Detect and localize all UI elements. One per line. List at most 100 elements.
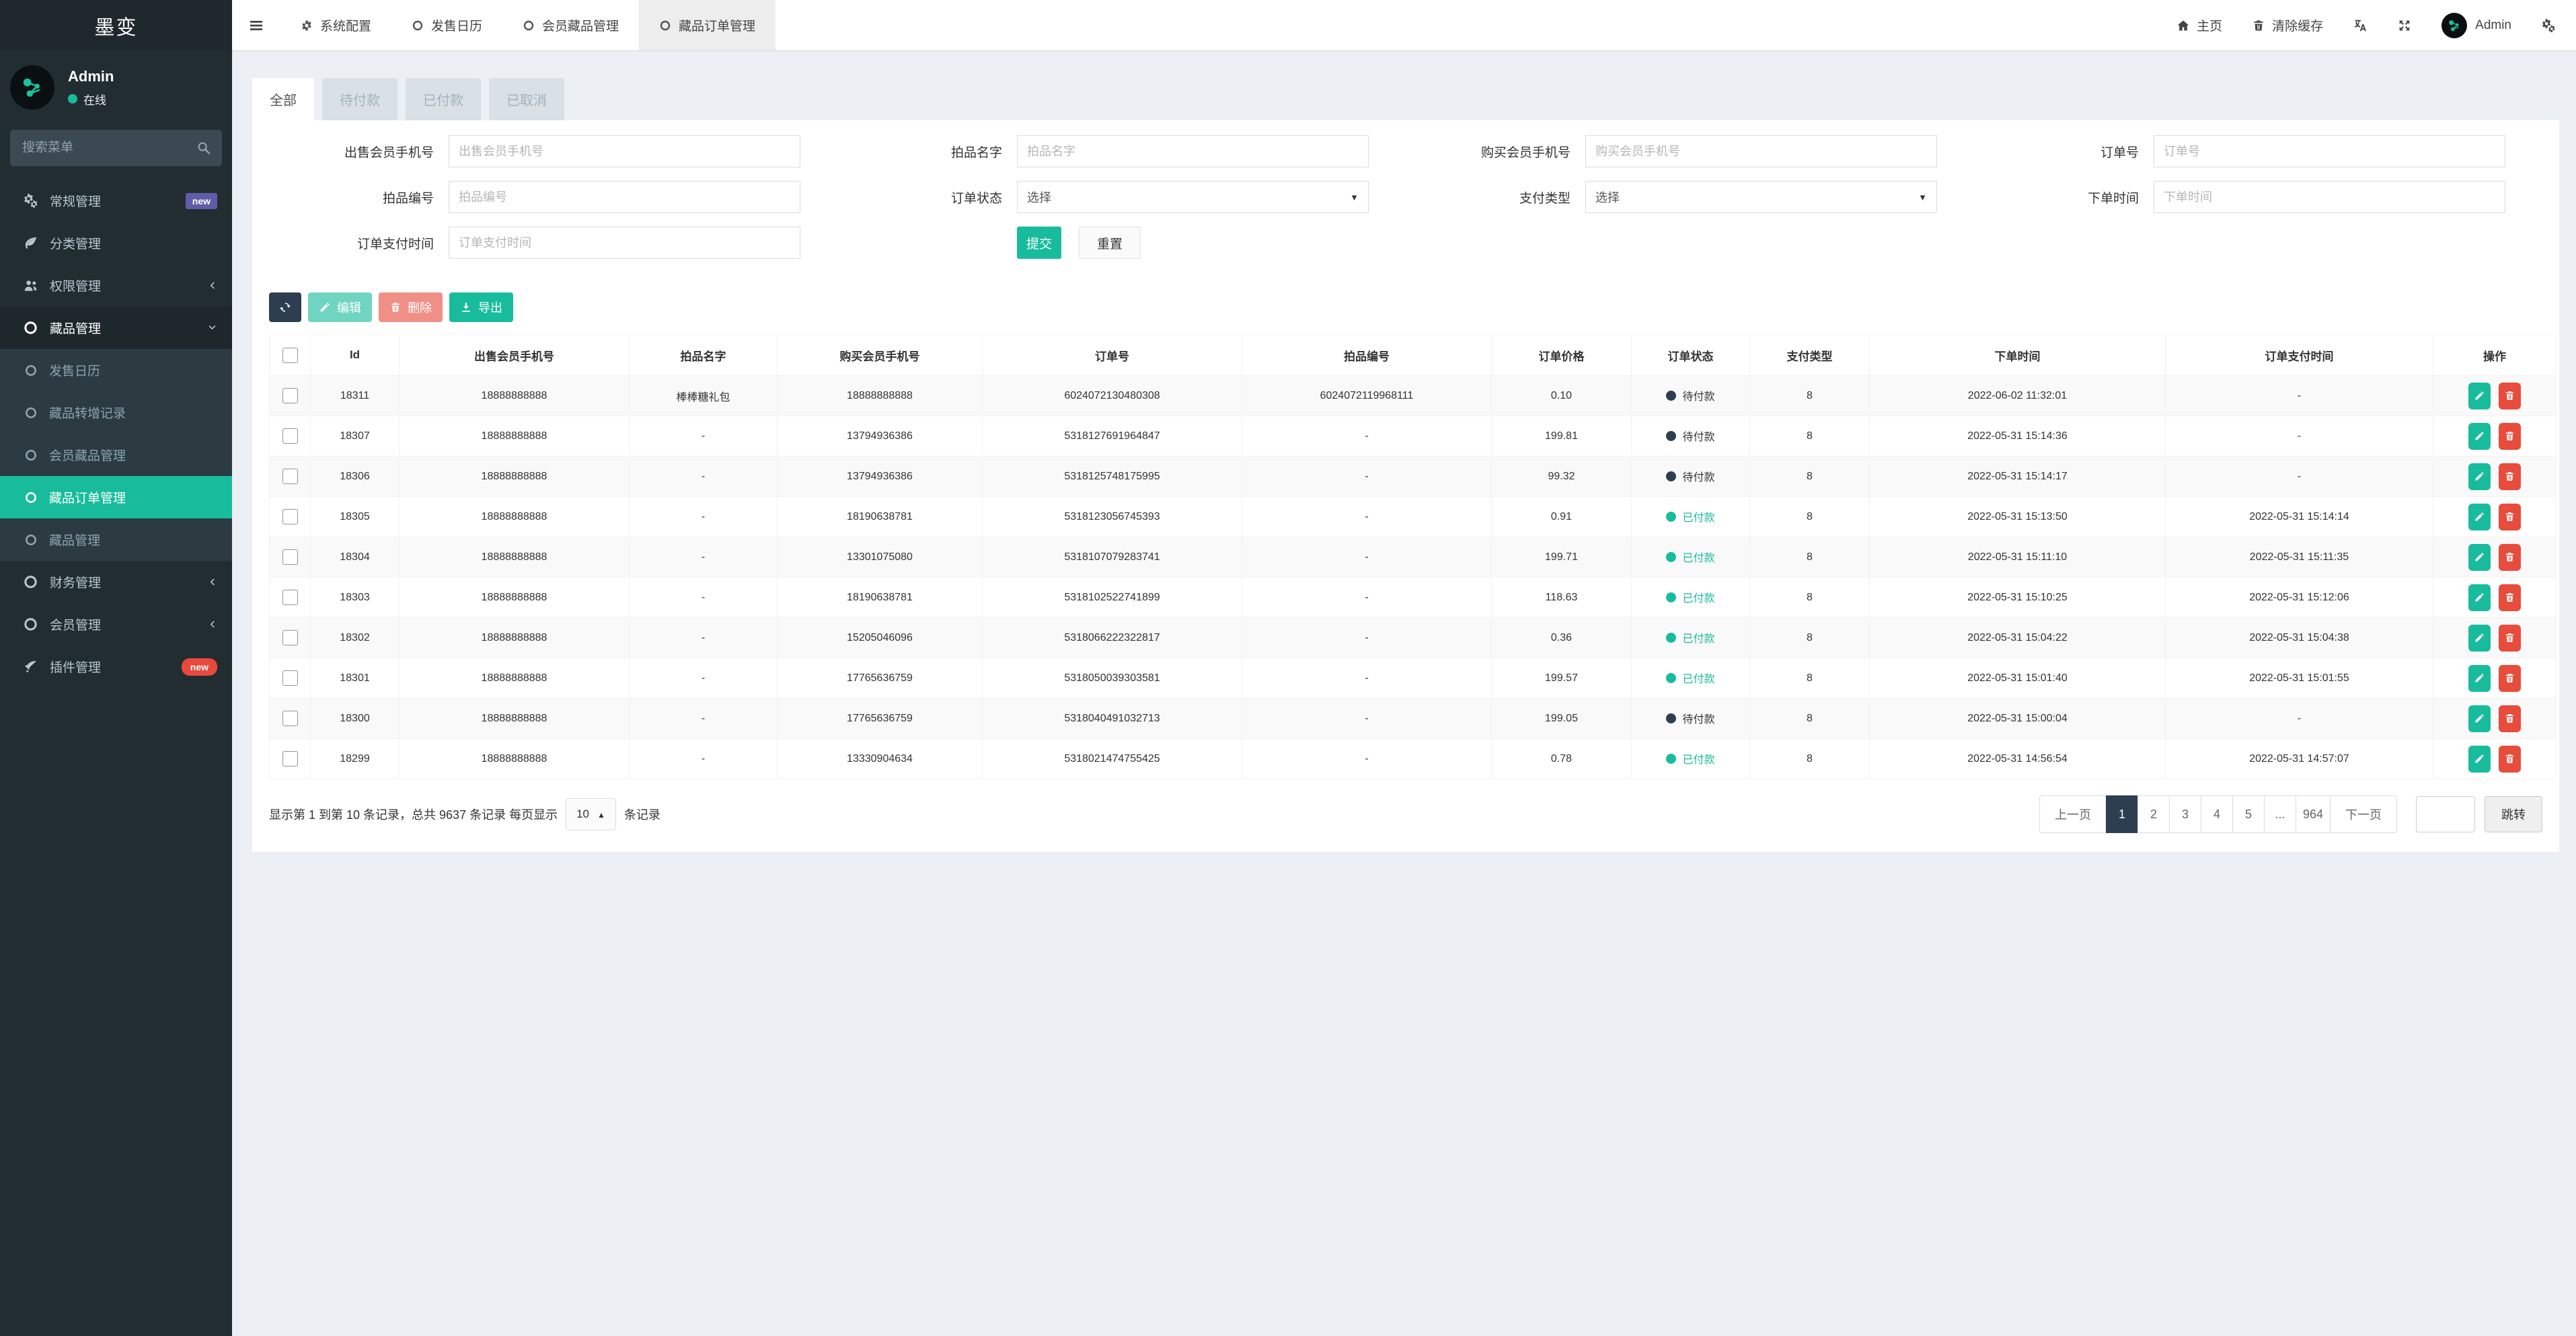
jump-page-input[interactable] xyxy=(2416,796,2475,832)
row-delete-button[interactable] xyxy=(2499,383,2521,409)
sidebar-item[interactable]: 会员藏品管理 xyxy=(0,434,232,476)
sidebar-item[interactable]: 藏品转增记录 xyxy=(0,391,232,434)
fullscreen-button[interactable] xyxy=(2397,18,2412,33)
language-button[interactable] xyxy=(2353,18,2367,33)
cell-item-name: - xyxy=(630,658,778,699)
row-checkbox[interactable] xyxy=(282,670,298,686)
sidebar-item[interactable]: 插件管理 new xyxy=(0,645,232,688)
cell-id: 18305 xyxy=(311,497,400,537)
row-edit-button[interactable] xyxy=(2468,584,2491,611)
table-row: 18305 18888888888 - 18190638781 53181230… xyxy=(270,497,2556,537)
navbar-tab[interactable]: 会员藏品管理 xyxy=(502,0,639,50)
sidebar-item[interactable]: 藏品管理 xyxy=(0,307,232,349)
page-button[interactable]: 964 xyxy=(2296,795,2331,833)
cell-buyer-phone: 18888888888 xyxy=(778,376,983,416)
filter-input[interactable] xyxy=(2154,135,2505,167)
settings-button[interactable] xyxy=(2541,18,2556,33)
page-button[interactable]: 5 xyxy=(2232,795,2265,833)
cell-buyer-phone: 13330904634 xyxy=(778,739,983,779)
filter-input[interactable] xyxy=(449,227,800,259)
row-edit-button[interactable] xyxy=(2468,504,2491,531)
status-tab[interactable]: 待付款 xyxy=(322,78,397,120)
row-delete-button[interactable] xyxy=(2499,504,2521,531)
next-page-button[interactable]: 下一页 xyxy=(2330,795,2397,833)
row-delete-button[interactable] xyxy=(2499,544,2521,571)
home-link[interactable]: 主页 xyxy=(2176,16,2222,34)
page-button[interactable]: 1 xyxy=(2106,795,2138,833)
row-edit-button[interactable] xyxy=(2468,544,2491,571)
search-icon[interactable] xyxy=(196,141,211,155)
sidebar-item[interactable]: 分类管理 xyxy=(0,222,232,264)
row-edit-button[interactable] xyxy=(2468,665,2491,692)
filter-select[interactable]: 选择 xyxy=(1585,181,1937,213)
select-all-checkbox[interactable] xyxy=(282,348,298,363)
navbar-tab[interactable]: 系统配置 xyxy=(280,0,391,50)
status-tab[interactable]: 已付款 xyxy=(406,78,481,120)
row-checkbox[interactable] xyxy=(282,388,298,403)
edit-button[interactable]: 编辑 xyxy=(308,292,372,322)
filter-input[interactable] xyxy=(1017,135,1369,167)
page-button[interactable]: ... xyxy=(2264,795,2296,833)
sidebar-toggle-button[interactable] xyxy=(232,0,280,50)
row-checkbox[interactable] xyxy=(282,751,298,767)
row-checkbox[interactable] xyxy=(282,509,298,524)
row-delete-button[interactable] xyxy=(2499,665,2521,692)
pagination-summary: 显示第 1 到第 10 条记录，总共 9637 条记录 每页显示 10 条记录 xyxy=(269,798,660,830)
row-checkbox[interactable] xyxy=(282,630,298,645)
users-icon xyxy=(23,278,38,293)
row-checkbox[interactable] xyxy=(282,590,298,605)
page-button[interactable]: 3 xyxy=(2169,795,2201,833)
delete-button[interactable]: 删除 xyxy=(379,292,443,322)
filter-input[interactable] xyxy=(449,181,800,213)
row-delete-button[interactable] xyxy=(2499,584,2521,611)
refresh-button[interactable] xyxy=(269,292,301,322)
row-delete-button[interactable] xyxy=(2499,625,2521,652)
filter-select[interactable]: 选择 xyxy=(1017,181,1369,213)
sidebar-item[interactable]: 会员管理 xyxy=(0,603,232,645)
row-checkbox[interactable] xyxy=(282,428,298,444)
sidebar-item[interactable]: 发售日历 xyxy=(0,349,232,391)
sidebar-item[interactable]: 藏品管理 xyxy=(0,518,232,561)
page-button[interactable]: 4 xyxy=(2201,795,2233,833)
filter-input[interactable] xyxy=(449,135,800,167)
row-delete-button[interactable] xyxy=(2499,463,2521,490)
status-tab[interactable]: 已取消 xyxy=(489,78,564,120)
sidebar-item[interactable]: 财务管理 xyxy=(0,561,232,603)
filter-input[interactable] xyxy=(2154,181,2505,213)
submit-button[interactable]: 提交 xyxy=(1017,227,1061,259)
row-delete-button[interactable] xyxy=(2499,746,2521,773)
sidebar-item[interactable]: 藏品订单管理 xyxy=(0,476,232,518)
row-edit-button[interactable] xyxy=(2468,746,2491,773)
user-status: 在线 xyxy=(68,91,114,108)
row-edit-button[interactable] xyxy=(2468,383,2491,409)
row-checkbox[interactable] xyxy=(282,711,298,726)
export-button[interactable]: 导出 xyxy=(449,292,513,322)
filter-label: 下单时间 xyxy=(1974,188,2154,206)
row-delete-button[interactable] xyxy=(2499,423,2521,450)
user-menu[interactable]: Admin xyxy=(2441,13,2511,38)
sidebar-item[interactable]: 权限管理 xyxy=(0,264,232,307)
row-checkbox[interactable] xyxy=(282,549,298,565)
sidebar-search-input[interactable] xyxy=(10,130,222,166)
cell-id: 18303 xyxy=(311,578,400,618)
prev-page-button[interactable]: 上一页 xyxy=(2039,795,2107,833)
jump-button[interactable]: 跳转 xyxy=(2485,796,2542,832)
filter-label: 出售会员手机号 xyxy=(269,143,449,161)
trash-icon xyxy=(2504,511,2515,522)
page-size-dropdown[interactable]: 10 xyxy=(566,798,616,830)
page-button[interactable]: 2 xyxy=(2137,795,2170,833)
clear-cache-link[interactable]: 清除缓存 xyxy=(2252,16,2323,34)
navbar-tab[interactable]: 藏品订单管理 xyxy=(639,0,775,50)
row-edit-button[interactable] xyxy=(2468,463,2491,490)
row-delete-button[interactable] xyxy=(2499,705,2521,732)
row-checkbox[interactable] xyxy=(282,469,298,484)
navbar-tab[interactable]: 发售日历 xyxy=(391,0,502,50)
filter-input[interactable] xyxy=(1585,135,1937,167)
sidebar-item[interactable]: 常规管理 new xyxy=(0,180,232,222)
row-edit-button[interactable] xyxy=(2468,705,2491,732)
row-edit-button[interactable] xyxy=(2468,423,2491,450)
row-edit-button[interactable] xyxy=(2468,625,2491,652)
status-tab[interactable]: 全部 xyxy=(252,78,314,120)
cell-created-at: 2022-05-31 15:13:50 xyxy=(1870,497,2166,537)
reset-button[interactable]: 重置 xyxy=(1079,227,1141,259)
